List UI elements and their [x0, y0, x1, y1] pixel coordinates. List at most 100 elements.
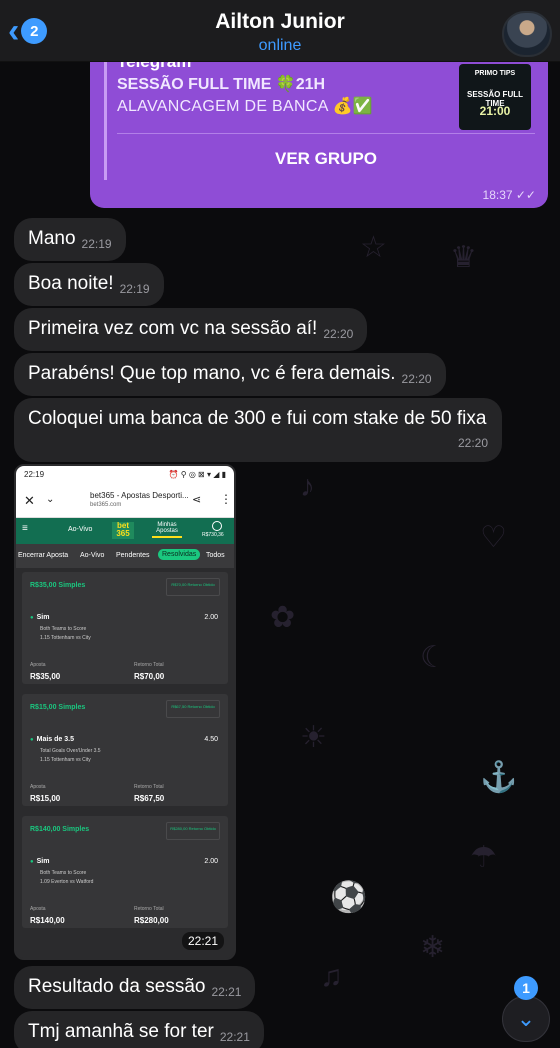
message-time: 22:21 [181, 932, 224, 950]
bet-event: 1.15 Tottenham vs City [40, 635, 91, 641]
bet-market: Both Teams to Score [40, 870, 87, 876]
return-value: R$70,00 [134, 672, 165, 681]
phone-clock: 22:19 [24, 470, 45, 479]
umbrella-doodle-icon: ☂ [470, 841, 497, 874]
flower-doodle-icon: ✿ [270, 601, 296, 634]
avatar[interactable] [502, 11, 552, 57]
star-doodle-icon: ☆ [360, 231, 387, 264]
bet-filters: Encerrar Aposta Ao-Vivo Pendentes Resolv… [16, 544, 234, 568]
message-time: 22:19 [119, 282, 150, 296]
message-text: Parabéns! Que top mano, vc é fera demais… [28, 363, 396, 384]
thumb-time: 21:00 [479, 104, 511, 118]
sun-doodle-icon: ☀ [300, 721, 327, 754]
chevron-down-icon: ⌄ [46, 494, 55, 505]
user-icon [212, 521, 222, 531]
incoming-message-bubble: Resultado da sessão 22:21 [14, 966, 256, 1009]
link-preview-title: SESSÃO FULL TIME 🍀21H [117, 76, 326, 93]
incoming-message-bubble: Tmj amanhã se for ter 22:21 [14, 1011, 264, 1048]
filter-tab: Todos [206, 552, 225, 559]
nav-balance: R$730,36 [202, 532, 224, 538]
stake-label: Aposta [30, 784, 46, 790]
image-message[interactable]: 22:19 ⏰ ⚲ ◎ ⊠ ▾ ◢ ▮ ✕ ⌄ bet365 - Apostas… [14, 464, 236, 960]
stake-value: R$140,00 [30, 916, 65, 925]
page-title: bet365 - Apostas Desporti... [90, 491, 189, 500]
message-time: 22:20 [401, 372, 432, 386]
bet-event: 1.09 Everton vs Watford [40, 879, 94, 885]
nav-live: Ao-Vivo [68, 526, 93, 533]
thumb-title: PRIMO TIPS [474, 70, 516, 77]
incoming-message-bubble: Parabéns! Que top mano, vc é fera demais… [14, 353, 446, 396]
bet-selection: Sim [30, 614, 50, 621]
return-label: Retorno Total [134, 906, 164, 912]
contact-status: online [258, 37, 302, 54]
filter-tab: Encerrar Aposta [18, 552, 69, 559]
bet-odds: 2.00 [204, 858, 218, 865]
nav-my-bets: Minhas Apostas [152, 522, 182, 538]
message-time: 22:21 [219, 1030, 250, 1044]
message-time: 22:19 [81, 237, 112, 251]
bet365-logo: bet 365 [112, 522, 134, 539]
bet-odds: 2.00 [204, 614, 218, 621]
message-text: Primeira vez com vc na sessão aí! [28, 318, 318, 339]
bet-selection: Mais de 3.5 [30, 736, 74, 743]
message-text: Mano [28, 228, 76, 249]
share-icon: ⋖ [192, 494, 202, 506]
message-text: Tmj amanhã se for ter [28, 1021, 214, 1042]
page-domain: bet365.com [90, 502, 122, 508]
link-preview-thumbnail: PRIMO TIPS SESSÃO FULL TIME 21:00 [459, 64, 531, 130]
divider [117, 133, 535, 134]
ball-doodle-icon: ⚽ [330, 881, 368, 914]
bet365-nav: ≡ Ao-Vivo bet 365 Minhas Apostas R$730,3… [16, 518, 234, 544]
cat-doodle-icon: ♛ [450, 241, 477, 274]
menu-icon: ≡ [22, 523, 28, 534]
message-time: 22:21 [211, 985, 242, 999]
chevron-down-icon: ⌄ [516, 1006, 536, 1031]
filter-tab: Pendentes [116, 552, 150, 559]
bet-market: Total Goals Over/Under 3.5 [40, 748, 101, 754]
bet-selection: Sim [30, 858, 50, 865]
return-value: R$280,00 [134, 916, 169, 925]
return-badge: R$67,50 Retorno Obtido [166, 700, 220, 718]
bet-market: Both Teams to Score [40, 626, 87, 632]
incoming-message-bubble: Boa noite! 22:19 [14, 263, 164, 306]
message-time: 18:37 ✓✓ [482, 188, 536, 202]
link-preview-description: ALAVANCAGEM DE BANCA 💰✅ [117, 98, 373, 115]
incoming-message-bubble: Primeira vez com vc na sessão aí! 22:20 [14, 308, 368, 351]
status-icons: ⏰ ⚲ ◎ ⊠ ▾ ◢ ▮ [168, 470, 226, 479]
stake-value: R$15,00 [30, 794, 61, 803]
snow-doodle-icon: ❄ [420, 931, 446, 964]
view-group-button[interactable]: VER GRUPO [117, 142, 535, 176]
message-time: 22:20 [323, 327, 354, 341]
heart-doodle-icon: ♡ [480, 521, 507, 554]
bet-card: R$15,00 Simples R$67,50 Retorno Obtido M… [22, 694, 228, 806]
stake-value: R$35,00 [30, 672, 61, 681]
bet-header: R$140,00 Simples [30, 826, 90, 833]
new-messages-badge: 1 [514, 976, 538, 1000]
bet-card: R$140,00 Simples R$280,00 Retorno Obtido… [22, 816, 228, 928]
filter-tab-active: Resolvidas [158, 549, 201, 560]
stake-label: Aposta [30, 662, 46, 668]
note-doodle-icon: ♫ [320, 960, 343, 993]
contact-name[interactable]: Ailton Junior [0, 10, 560, 34]
bet-card: R$35,00 Simples R$70,00 Retorno Obtido S… [22, 572, 228, 684]
return-badge: R$280,00 Retorno Obtido [166, 822, 220, 840]
message-text: Resultado da sessão [28, 976, 206, 997]
return-badge: R$70,00 Retorno Obtido [166, 578, 220, 596]
incoming-message-bubble: Mano 22:19 [14, 218, 126, 261]
anchor-doodle-icon: ⚓ [480, 761, 518, 794]
bet-odds: 4.50 [204, 736, 218, 743]
close-icon: ✕ [24, 493, 35, 508]
phone-status-bar: 22:19 ⏰ ⚲ ◎ ⊠ ▾ ◢ ▮ [16, 466, 234, 484]
bet-event: 1.15 Tottenham vs City [40, 757, 91, 763]
scroll-to-bottom-button[interactable]: ⌄ [502, 996, 550, 1042]
incoming-message-bubble: Coloquei uma banca de 300 e fui com stak… [14, 398, 502, 462]
more-icon: ⋮ [220, 492, 232, 506]
bet-header: R$35,00 Simples [30, 582, 86, 589]
message-time: 22:20 [457, 436, 488, 450]
moon-doodle-icon: ☾ [420, 641, 447, 674]
bet-header: R$15,00 Simples [30, 704, 86, 711]
browser-bar: ✕ ⌄ bet365 - Apostas Desporti... bet365.… [16, 484, 234, 518]
message-text: Coloquei uma banca de 300 e fui com stak… [28, 408, 487, 429]
return-value: R$67,50 [134, 794, 165, 803]
return-label: Retorno Total [134, 662, 164, 668]
